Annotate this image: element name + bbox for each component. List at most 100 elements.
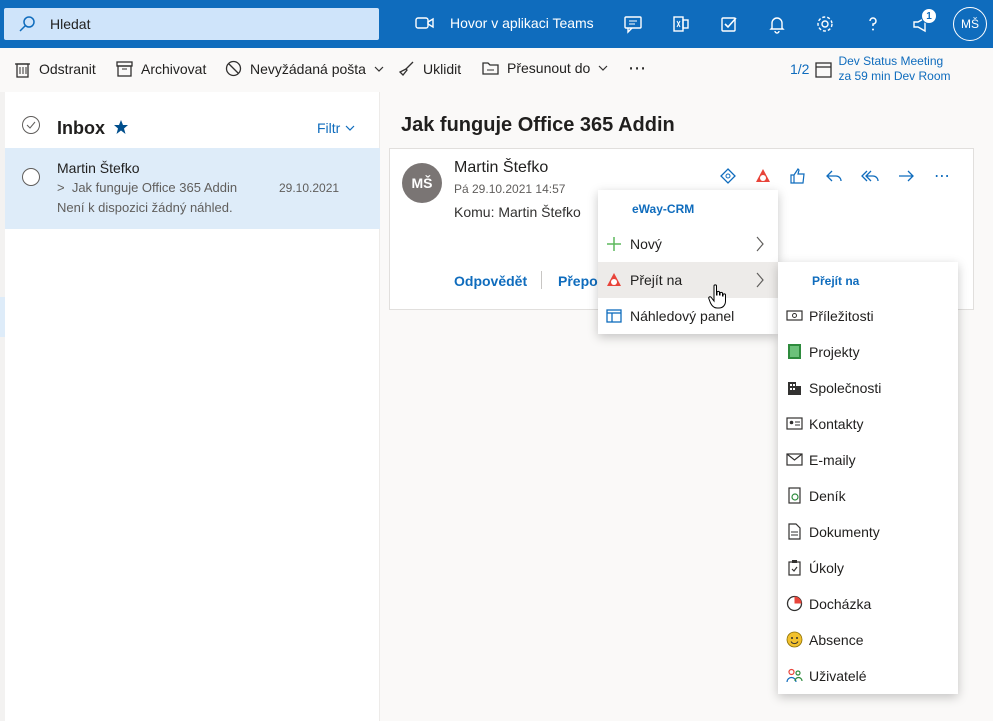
junk-label: Nevyžádaná pošta <box>250 60 366 77</box>
submenu-item-label: Úkoly <box>809 560 845 576</box>
reply-button[interactable]: Odpovědět <box>454 273 527 289</box>
teams-call-button[interactable]: Hovor v aplikaci Teams <box>414 14 594 32</box>
chevron-right-icon <box>756 236 764 252</box>
sender-avatar[interactable]: MŠ <box>402 163 442 203</box>
submenu-item-label: Příležitosti <box>809 308 874 324</box>
chat-icon[interactable] <box>621 12 645 36</box>
menu-item-new[interactable]: Nový <box>598 226 778 262</box>
submenu-item-projects[interactable]: Projekty <box>778 334 958 370</box>
like-icon[interactable] <box>787 165 809 187</box>
search-input[interactable]: Hledat <box>50 16 90 32</box>
message-recipient: Komu: Martin Štefko <box>454 204 581 220</box>
clock-icon <box>786 595 803 612</box>
search-box[interactable]: Hledat <box>4 8 379 40</box>
filter-button[interactable]: Filtr <box>317 120 355 136</box>
user-avatar[interactable]: MŠ <box>953 7 987 41</box>
chevron-right-icon: > <box>57 180 72 195</box>
teams-call-label: Hovor v aplikaci Teams <box>450 15 594 31</box>
reply-icon[interactable] <box>823 165 845 187</box>
check-icon <box>26 121 36 129</box>
top-bar: Hledat Hovor v aplikaci Teams 1 MŠ <box>0 0 993 48</box>
broom-icon <box>398 61 414 76</box>
submenu-item-emails[interactable]: E-maily <box>778 442 958 478</box>
chevron-down-icon <box>598 65 608 71</box>
folder-move-icon <box>482 62 499 75</box>
search-icon <box>19 16 35 32</box>
star-icon[interactable] <box>113 119 129 135</box>
submenu-item-label: Docházka <box>809 596 872 612</box>
submenu-item-opportunities[interactable]: Příležitosti <box>778 298 958 334</box>
submenu-item-label: Deník <box>809 488 846 504</box>
message-subject: Jak funguje Office 365 Addin <box>401 114 675 136</box>
submenu-item-journal[interactable]: Deník <box>778 478 958 514</box>
panel-icon <box>606 308 622 324</box>
message-sender[interactable]: Martin Štefko <box>454 159 548 177</box>
submenu-item-label: Uživatelé <box>809 668 867 684</box>
eway-crm-icon <box>606 272 622 288</box>
todo-icon[interactable] <box>717 12 741 36</box>
filter-label: Filtr <box>317 120 341 136</box>
chevron-down-icon <box>345 125 355 131</box>
submenu-item-label: Absence <box>809 632 864 648</box>
video-icon <box>415 17 434 29</box>
menu-item-label: Nový <box>630 236 662 252</box>
submenu-item-label: Projekty <box>809 344 860 360</box>
forward-icon[interactable] <box>895 165 917 187</box>
eway-crm-menu: eWay-CRM Nový Přejít na Náhledový panel <box>598 190 778 334</box>
submenu-item-tasks[interactable]: Úkoly <box>778 550 958 586</box>
hand-cursor-icon <box>708 284 726 309</box>
submenu-item-contacts[interactable]: Kontakty <box>778 406 958 442</box>
menu-item-label: Přejít na <box>630 272 683 288</box>
submenu-item-label: Dokumenty <box>809 524 880 540</box>
building-icon <box>786 379 803 396</box>
item-subject: Jak funguje Office 365 Addin <box>71 180 238 195</box>
junk-button[interactable]: Nevyžádaná pošta <box>225 60 384 77</box>
mail-icon <box>786 451 803 468</box>
item-date: 29.10.2021 <box>279 181 340 195</box>
money-icon <box>786 307 803 324</box>
more-actions-icon[interactable]: ⋯ <box>931 165 953 187</box>
gear-icon[interactable] <box>813 12 837 36</box>
submenu-item-companies[interactable]: Společnosti <box>778 370 958 406</box>
menu-item-goto[interactable]: Přejít na <box>598 262 778 298</box>
submenu-item-attendance[interactable]: Docházka <box>778 586 958 622</box>
submenu-item-label: E-maily <box>809 452 856 468</box>
item-subject-row: > Jak funguje Office 365 Addin <box>57 180 237 195</box>
item-select-radio[interactable] <box>22 168 40 186</box>
menu-item-preview-panel[interactable]: Náhledový panel <box>598 298 778 334</box>
eway-crm-icon[interactable] <box>752 165 774 187</box>
clipboard-icon <box>786 559 803 576</box>
select-all-checkbox[interactable] <box>22 116 40 134</box>
item-preview: Není k dispozici žádný náhled. <box>57 200 233 215</box>
message-list: Inbox Filtr Martin Štefko > Jak funguje … <box>5 92 380 721</box>
item-sender: Martin Štefko <box>57 160 140 176</box>
sweep-button[interactable]: Uklidit <box>398 60 461 77</box>
sweep-label: Uklidit <box>423 60 462 77</box>
contact-card-icon <box>786 415 803 432</box>
submenu-item-absence[interactable]: Absence <box>778 622 958 658</box>
submenu-header: Přejít na <box>812 274 860 288</box>
delete-button[interactable]: Odstranit <box>14 60 96 78</box>
list-item[interactable]: Martin Štefko > Jak funguje Office 365 A… <box>5 148 380 229</box>
archive-button[interactable]: Archivovat <box>116 60 206 77</box>
trash-icon <box>15 63 30 78</box>
submenu-item-documents[interactable]: Dokumenty <box>778 514 958 550</box>
message-date: Pá 29.10.2021 14:57 <box>454 182 566 196</box>
reply-all-icon[interactable] <box>859 165 881 187</box>
plus-icon <box>606 236 622 252</box>
chevron-right-icon <box>756 272 764 288</box>
project-icon <box>786 343 803 360</box>
help-icon[interactable] <box>861 12 885 36</box>
addin-icon[interactable] <box>717 165 739 187</box>
menu-header: eWay-CRM <box>632 202 695 216</box>
more-button[interactable]: ⋯ <box>628 58 646 79</box>
archive-icon <box>116 61 133 77</box>
move-label: Přesunout do <box>507 60 591 76</box>
move-button[interactable]: Přesunout do <box>482 60 608 76</box>
meeting-reminder[interactable]: 1/2 Dev Status Meeting za 59 min Dev Roo… <box>790 54 951 84</box>
submenu-item-users[interactable]: Uživatelé <box>778 658 958 694</box>
office-icon[interactable] <box>669 12 693 36</box>
bell-icon[interactable] <box>765 12 789 36</box>
users-icon <box>786 667 803 684</box>
meeting-title: Dev Status Meeting <box>838 54 944 68</box>
